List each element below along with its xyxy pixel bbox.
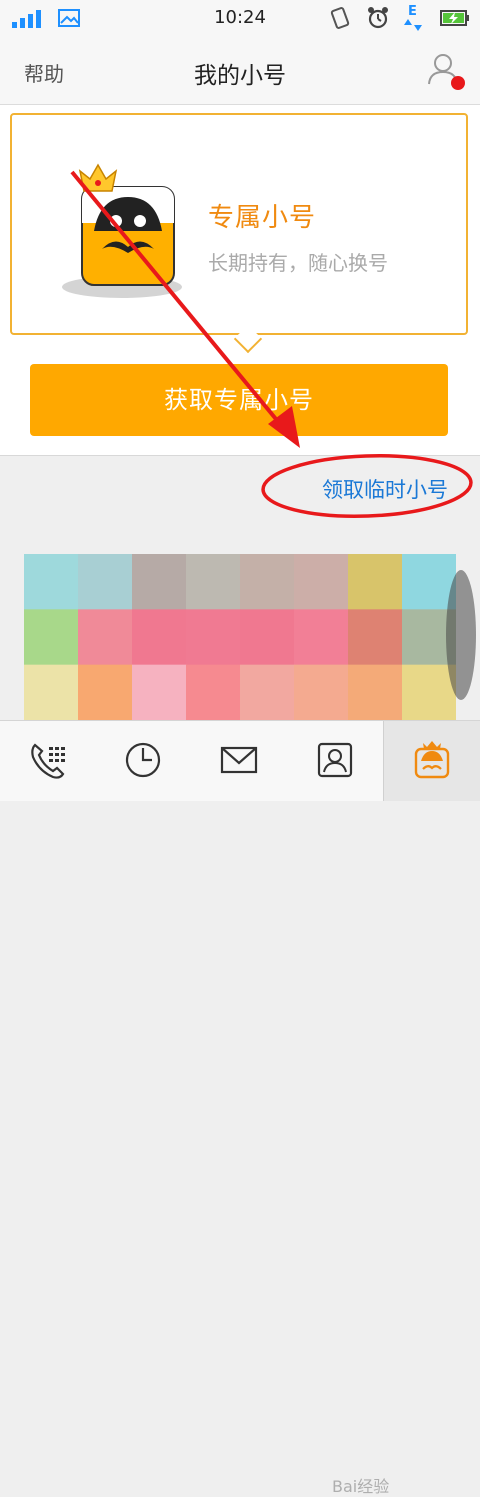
network-type-indicator: E [404,4,426,31]
mosaic-cell [24,554,79,610]
alarm-icon [368,7,388,29]
page-title: 我的小号 [194,63,286,89]
promo-banner[interactable] [24,554,456,720]
card-title: 专属小号 [208,203,317,233]
user-profile-button[interactable] [426,50,466,92]
mascot-tab-icon[interactable] [411,739,453,781]
mosaic-cell [186,664,241,720]
baidu-watermark: Bai经验 [332,1477,390,1496]
phone-dialpad-icon[interactable] [27,739,69,781]
mosaic-cell [240,554,295,610]
blurred-banner-image [24,554,456,720]
mascot-crown-icon [62,163,182,298]
rotation-lock-icon [330,7,350,29]
banner-edge-shadow [446,570,476,700]
main-content: 专属小号 长期持有，随心换号 获取专属小号 [0,105,480,456]
card-pointer [233,324,263,354]
mosaic-cell [132,609,187,666]
bottom-tab-bar: Bai经验 [0,720,480,1496]
battery-charging-icon [440,10,469,26]
mosaic-cell [294,609,349,666]
mosaic-cell [348,609,403,666]
mosaic-cell [24,664,79,720]
mosaic-cell [240,664,295,720]
mosaic-cell [348,554,403,610]
get-exclusive-number-button[interactable]: 获取专属小号 [30,364,448,436]
mosaic-cell [186,609,241,666]
mosaic-cell [294,554,349,610]
mosaic-cell [240,609,295,666]
network-type-label: E [408,4,417,19]
title-bar: 帮助 我的小号 [0,36,480,105]
card-subtitle: 长期持有，随心换号 [208,251,388,275]
mosaic-cell [24,609,79,666]
mail-icon[interactable] [218,739,260,781]
mosaic-cell [186,554,241,610]
mosaic-cell [132,554,187,610]
status-right-icons: E [328,4,470,31]
get-temporary-number-link[interactable]: 领取临时小号 [322,474,448,504]
user-icon [434,54,452,72]
mosaic-cell [78,609,133,666]
status-bar: 10:24 E [0,0,480,36]
exclusive-number-card[interactable]: 专属小号 长期持有，随心换号 [10,113,468,354]
tab-divider [383,721,384,801]
mosaic-cell [132,664,187,720]
mosaic-cell [78,554,133,610]
mosaic-cell [348,664,403,720]
notification-dot [451,76,465,90]
contact-card-icon[interactable] [314,739,356,781]
clock-icon[interactable] [122,739,164,781]
data-arrows-icon [404,19,422,31]
mosaic-cell [78,664,133,720]
mosaic-cell [294,664,349,720]
